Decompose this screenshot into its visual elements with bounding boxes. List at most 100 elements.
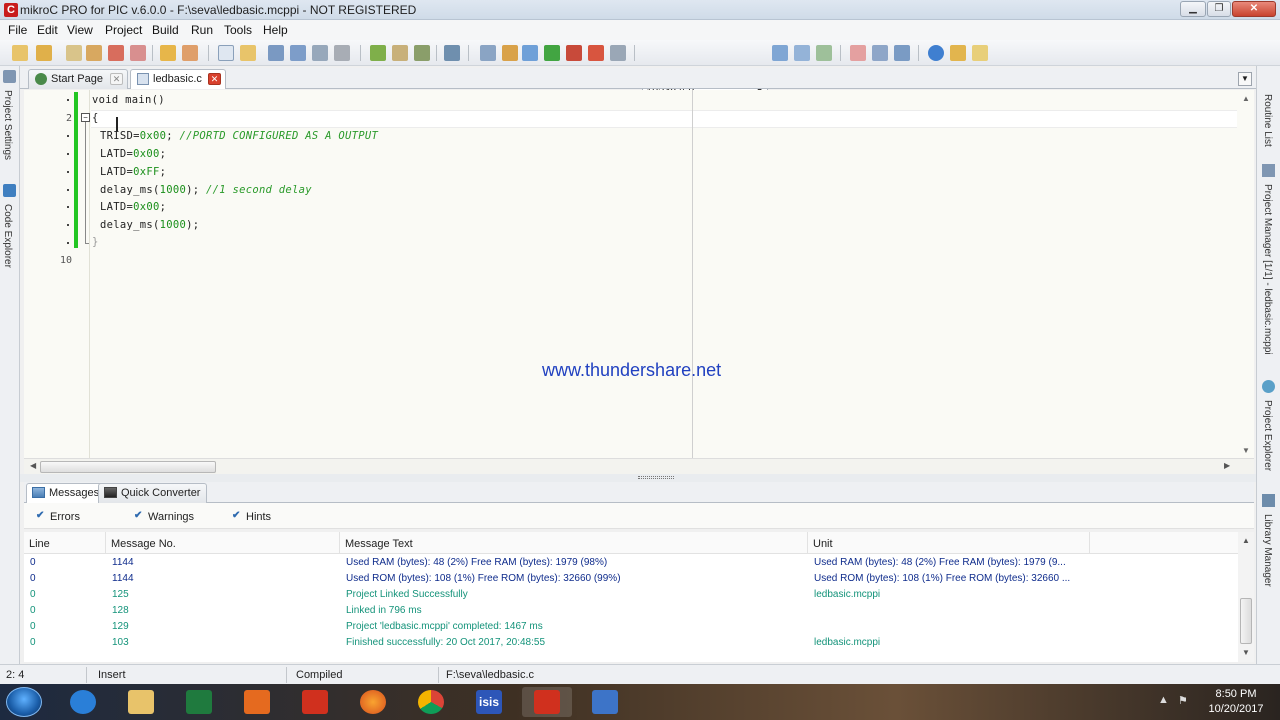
scroll-down-icon[interactable]: ▼ — [1242, 648, 1250, 657]
close-project-icon[interactable] — [108, 45, 124, 61]
options-icon[interactable] — [444, 45, 460, 61]
taskbar-isis[interactable]: isis — [464, 687, 514, 717]
taskbar-internet-explorer[interactable] — [58, 687, 108, 717]
cascade-icon[interactable] — [794, 45, 810, 61]
table-row[interactable]: 0 103 Finished successfully: 20 Oct 2017… — [24, 636, 1238, 652]
seven-segment-icon[interactable] — [872, 45, 888, 61]
menu-tools[interactable]: Tools — [224, 23, 252, 37]
hints-checkbox[interactable]: ✔ — [232, 510, 240, 521]
build-program-icon[interactable] — [414, 45, 430, 61]
open-file-icon[interactable] — [240, 45, 256, 61]
network-flag-icon[interactable]: ⚑ — [1178, 694, 1188, 707]
minimize-button[interactable]: ▁ — [1180, 1, 1206, 17]
table-row[interactable]: 0 1144 Used RAM (bytes): 48 (2%) Free RA… — [24, 556, 1238, 572]
step-over-icon[interactable] — [522, 45, 538, 61]
table-row[interactable]: 0 1144 Used ROM (bytes): 108 (1%) Free R… — [24, 572, 1238, 588]
toggle-breakpoint-icon[interactable] — [610, 45, 626, 61]
save-icon[interactable] — [268, 45, 284, 61]
taskbar-media-player[interactable] — [232, 687, 282, 717]
tile-icon[interactable] — [772, 45, 788, 61]
menu-view[interactable]: View — [67, 23, 93, 37]
add-file-icon[interactable] — [160, 45, 176, 61]
taskbar-app-window[interactable] — [580, 687, 630, 717]
run-to-cursor-icon[interactable] — [544, 45, 560, 61]
print-icon[interactable] — [334, 45, 350, 61]
table-row[interactable]: 0 128 Linked in 796 ms — [24, 604, 1238, 620]
open-project-icon[interactable] — [36, 45, 52, 61]
splitter-grip[interactable] — [638, 476, 674, 479]
menu-project[interactable]: Project — [105, 23, 142, 37]
build-icon[interactable] — [370, 45, 386, 61]
step-into-icon[interactable] — [502, 45, 518, 61]
column-header-message-text[interactable]: Message Text — [340, 532, 808, 554]
panel-splitter[interactable] — [20, 474, 1256, 482]
messages-vertical-scrollbar[interactable]: ▲ ▼ — [1238, 532, 1254, 662]
ascii-chart-icon[interactable] — [850, 45, 866, 61]
tab-start-page[interactable]: Start Page ✕ — [28, 69, 128, 89]
scroll-down-icon[interactable]: ▼ — [1242, 446, 1250, 455]
taskbar-file-explorer[interactable] — [116, 687, 166, 717]
menu-run[interactable]: Run — [191, 23, 213, 37]
tab-project-manager[interactable]: Project Manager [1/1] - ledbasic.mcppi — [1262, 184, 1273, 355]
taskbar-clock[interactable]: 8:50 PM 10/20/2017 — [1196, 687, 1276, 717]
help-icon[interactable] — [928, 45, 944, 61]
tab-messages[interactable]: Messages — [26, 483, 107, 503]
scroll-right-icon[interactable]: ▶ — [1224, 461, 1230, 470]
column-header-unit[interactable]: Unit — [808, 532, 1090, 554]
new-file-icon[interactable] — [218, 45, 234, 61]
taskbar-firefox[interactable] — [348, 687, 398, 717]
save-as-icon[interactable] — [312, 45, 328, 61]
menu-build[interactable]: Build — [152, 23, 179, 37]
editor-vertical-scrollbar[interactable]: ▲ ▼ — [1238, 90, 1254, 460]
tab-quick-converter[interactable]: Quick Converter — [98, 483, 208, 503]
code-editor[interactable]: 2 10 − void main() { TRISD=0x00; //PORTD… — [24, 90, 1254, 460]
grid-view-icon[interactable] — [816, 45, 832, 61]
scroll-left-icon[interactable]: ◀ — [30, 461, 36, 470]
menu-help[interactable]: Help — [263, 23, 288, 37]
start-button[interactable] — [6, 687, 42, 717]
close-tab-icon[interactable]: ✕ — [208, 73, 221, 85]
errors-checkbox[interactable]: ✔ — [36, 510, 44, 521]
key-icon[interactable] — [950, 45, 966, 61]
new-project-icon[interactable] — [12, 45, 28, 61]
warnings-filter-label[interactable]: Warnings — [148, 511, 194, 523]
taskbar-excel[interactable] — [174, 687, 224, 717]
tab-code-explorer[interactable]: Code Explorer — [2, 204, 13, 268]
table-row[interactable]: 0 125 Project Linked Successfully ledbas… — [24, 588, 1238, 604]
edit-project-icon[interactable] — [86, 45, 102, 61]
remove-file-icon[interactable] — [130, 45, 146, 61]
jump-icon[interactable] — [588, 45, 604, 61]
taskbar-mikroc[interactable] — [290, 687, 340, 717]
scroll-up-icon[interactable]: ▲ — [1242, 94, 1250, 103]
maximize-button[interactable]: ❐ — [1207, 1, 1231, 17]
editor-horizontal-scrollbar[interactable]: ◀ ▶ — [24, 458, 1254, 474]
tab-project-explorer[interactable]: Project Explorer — [1262, 400, 1273, 471]
fold-toggle-icon[interactable]: − — [81, 113, 90, 122]
save-project-icon[interactable] — [66, 45, 82, 61]
taskbar-chrome[interactable] — [406, 687, 456, 717]
lcd-tool-icon[interactable] — [894, 45, 910, 61]
save-all-icon[interactable] — [290, 45, 306, 61]
show-hidden-icons-icon[interactable]: ▲ — [1158, 694, 1169, 706]
tab-project-settings[interactable]: Project Settings — [2, 90, 13, 160]
close-tab-icon[interactable]: ✕ — [110, 73, 123, 85]
menu-file[interactable]: File — [8, 23, 27, 37]
hints-filter-label[interactable]: Hints — [246, 511, 271, 523]
scroll-up-icon[interactable]: ▲ — [1242, 536, 1250, 545]
messages-scroll-thumb[interactable] — [1240, 598, 1252, 644]
tab-library-manager[interactable]: Library Manager — [1262, 514, 1273, 587]
tab-routine-list[interactable]: Routine List — [1262, 94, 1273, 147]
errors-filter-label[interactable]: Errors — [50, 511, 80, 523]
about-icon[interactable] — [972, 45, 988, 61]
taskbar-mikroc-active[interactable] — [522, 687, 572, 717]
table-row[interactable]: 0 129 Project 'ledbasic.mcppi' completed… — [24, 620, 1238, 636]
close-button[interactable]: ✕ — [1232, 1, 1276, 17]
column-header-message-no[interactable]: Message No. — [106, 532, 340, 554]
stop-debug-icon[interactable] — [566, 45, 582, 61]
build-all-icon[interactable] — [392, 45, 408, 61]
horizontal-scroll-thumb[interactable] — [40, 461, 216, 473]
menu-edit[interactable]: Edit — [37, 23, 58, 37]
column-header-line[interactable]: Line — [24, 532, 106, 554]
remove-file-project-icon[interactable] — [182, 45, 198, 61]
tab-ledbasic-c[interactable]: ledbasic.c ✕ — [130, 69, 226, 89]
